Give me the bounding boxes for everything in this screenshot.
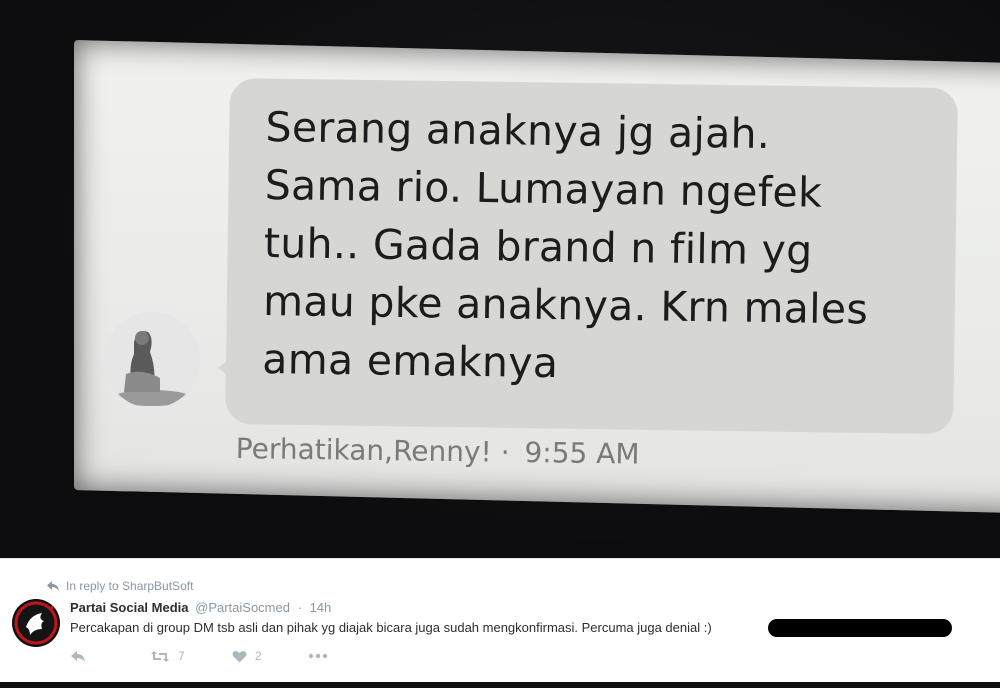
message-time: 9:55 AM <box>524 436 640 471</box>
bottom-edge <box>0 682 1000 688</box>
partai-logo-icon <box>12 599 60 647</box>
more-button[interactable] <box>308 653 328 659</box>
retweet-icon <box>151 650 169 662</box>
message-sender: Perhatikan,Renny! <box>235 432 493 469</box>
reply-button[interactable] <box>70 650 150 663</box>
reply-context-icon <box>47 581 59 591</box>
reply-icon <box>71 650 85 662</box>
message-photo: Serang anaknya jg ajah. Sama rio. Lumaya… <box>0 0 1000 558</box>
tweet-age[interactable]: 14h <box>310 600 332 615</box>
redaction-bar <box>768 619 952 637</box>
message-meta: Perhatikan,Renny! · 9:55 AM <box>236 432 640 471</box>
tweet-text: Percakapan di group DM tsb asli dan piha… <box>70 620 712 635</box>
retweet-count: 7 <box>178 649 185 663</box>
tweet-header: Partai Social Media @PartaiSocmed · 14h <box>70 600 331 615</box>
tweet-author-avatar[interactable] <box>12 599 60 647</box>
reply-context-text[interactable]: In reply to SharpButSoft <box>66 579 193 593</box>
retweet-button[interactable]: 7 <box>150 649 232 663</box>
message-text: Serang anaknya jg ajah. Sama rio. Lumaya… <box>262 102 869 388</box>
person-photo-avatar-icon <box>104 312 200 408</box>
author-name[interactable]: Partai Social Media <box>70 600 189 615</box>
header-separator: · <box>297 600 302 615</box>
tweet-actions: 7 2 <box>70 648 328 664</box>
message-separator: · <box>500 435 510 469</box>
tweet[interactable]: In reply to SharpButSoft Partai Social M… <box>0 558 1000 689</box>
like-button[interactable]: 2 <box>232 649 308 663</box>
sender-avatar <box>104 312 200 408</box>
like-count: 2 <box>255 649 262 663</box>
author-handle[interactable]: @PartaiSocmed <box>195 600 290 615</box>
more-icon <box>308 653 328 659</box>
reply-context[interactable]: In reply to SharpButSoft <box>46 579 193 593</box>
heart-icon <box>232 650 247 662</box>
